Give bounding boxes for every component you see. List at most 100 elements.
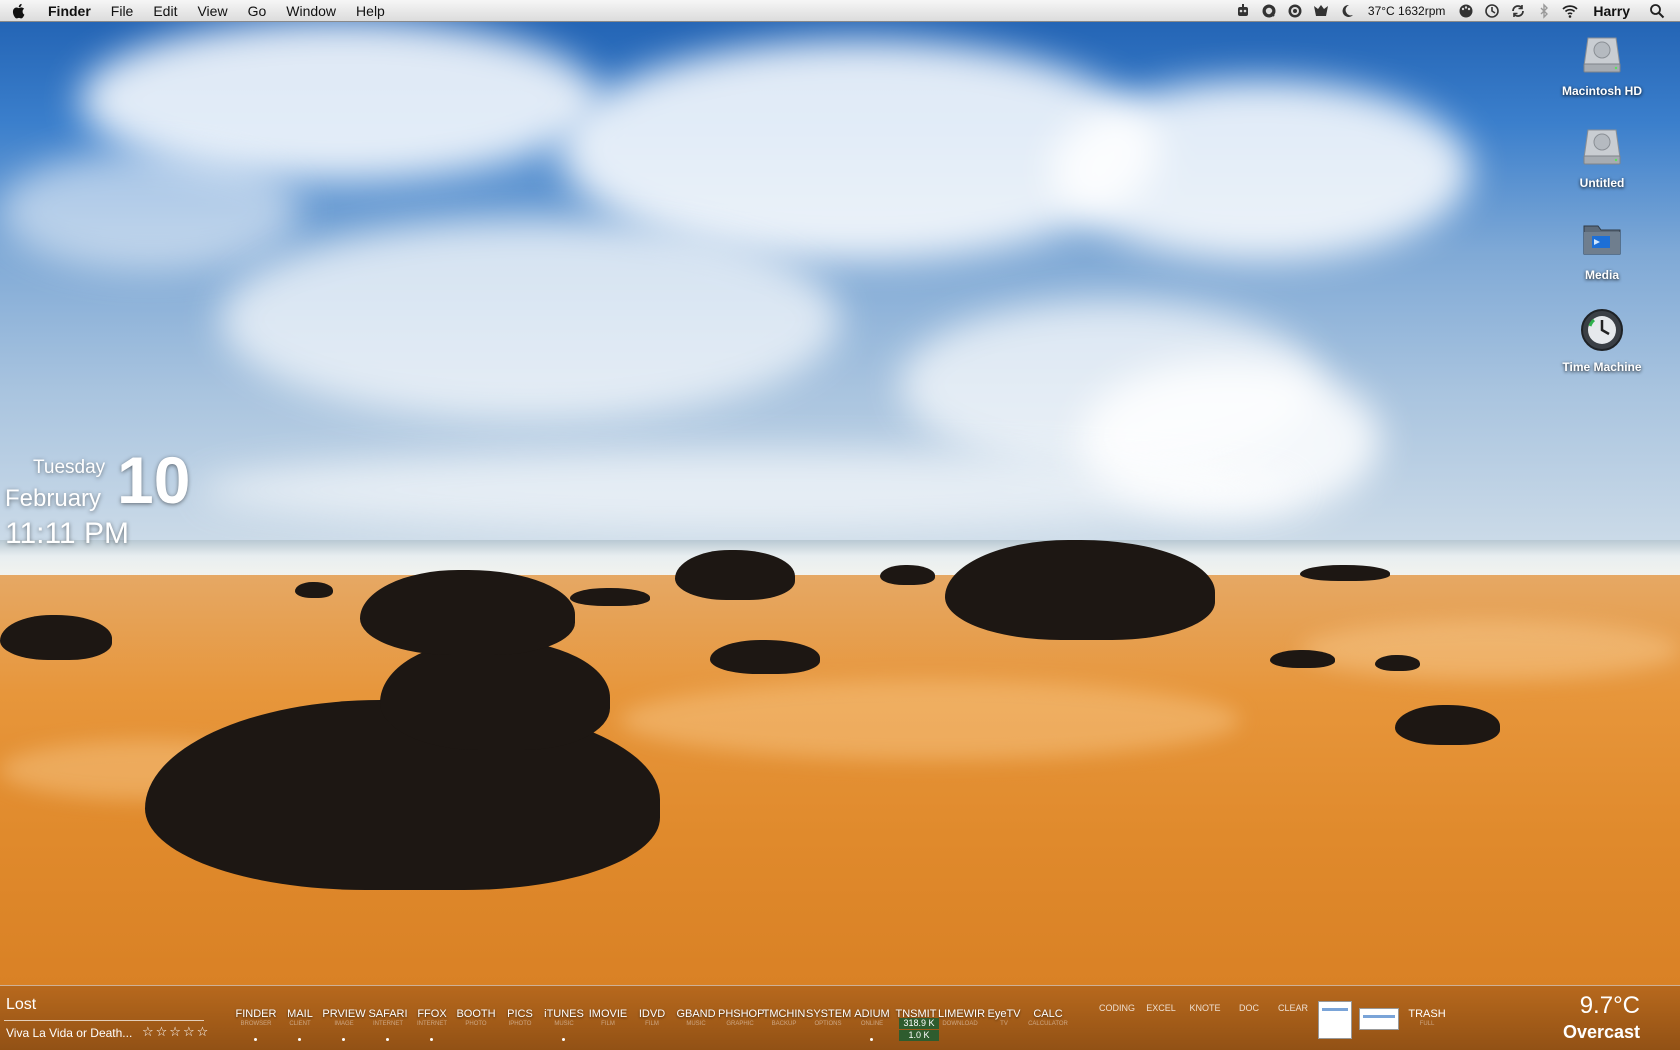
- growl-icon[interactable]: [1308, 0, 1334, 22]
- dock-item-mail[interactable]: MAIL CLIENT: [278, 1008, 322, 1048]
- dock-item-label: ADIUM: [854, 1008, 890, 1020]
- dock-item-eyetv[interactable]: EyeTV TV: [982, 1008, 1026, 1048]
- target-icon[interactable]: [1282, 0, 1308, 22]
- minimized-window-clear[interactable]: CLEAR: [1271, 1004, 1315, 1034]
- temperature-fan-readout[interactable]: 37°C 1632rpm: [1360, 4, 1454, 18]
- desktop-icon-label: Untitled: [1579, 176, 1625, 190]
- dock-item-label: FINDER: [235, 1008, 277, 1020]
- bluetooth-icon[interactable]: [1531, 0, 1557, 22]
- desktop-icon-time-machine[interactable]: Time Machine: [1552, 306, 1652, 374]
- dock-item-sublabel: MUSIC: [554, 1021, 574, 1027]
- sync-icon[interactable]: [1505, 0, 1531, 22]
- dock-item-label: FFOX: [417, 1008, 447, 1020]
- app-menu-finder[interactable]: Finder: [38, 0, 101, 22]
- wifi-icon[interactable]: [1557, 0, 1583, 22]
- dock-item-label: PICS: [507, 1008, 533, 1020]
- dock-item-phshop[interactable]: PHSHOP GRAPHIC: [718, 1008, 765, 1048]
- time-machine-icon: [1581, 309, 1623, 351]
- minimized-window-doc[interactable]: DOC: [1227, 1004, 1271, 1034]
- desktop-wallpaper: [0, 0, 1680, 1050]
- menu-window[interactable]: Window: [276, 0, 346, 22]
- window-thumbnail[interactable]: [1318, 1001, 1352, 1039]
- dock-item-sublabel: OPTIONS: [814, 1021, 842, 1027]
- menu-help[interactable]: Help: [346, 0, 395, 22]
- now-playing-divider: [4, 1020, 204, 1021]
- dock-item-sublabel: IPHOTO: [508, 1021, 532, 1027]
- apple-menu-icon[interactable]: [0, 0, 38, 22]
- quicksilver-icon[interactable]: [1256, 0, 1282, 22]
- transmit-download-rate: 1.0 K: [899, 1030, 939, 1041]
- trash-label: TRASH: [1408, 1008, 1446, 1020]
- dock-item-label: MAIL: [287, 1008, 313, 1020]
- wallpaper-sea: [0, 540, 1680, 580]
- dock-item-sublabel: INTERNET: [373, 1021, 403, 1027]
- bottom-bar: Lost Viva La Vida or Death... ☆☆☆☆☆ FIND…: [0, 985, 1680, 1050]
- running-indicator: [562, 1038, 565, 1041]
- dock-item-sublabel: GRAPHIC: [726, 1021, 754, 1027]
- dock-item-label: iTUNES: [544, 1008, 584, 1020]
- minimized-window-excel[interactable]: EXCEL: [1139, 1004, 1183, 1034]
- spotlight-search-icon[interactable]: [1644, 0, 1670, 22]
- dock-item-sublabel: CALCULATOR: [1028, 1021, 1068, 1027]
- dock-item-sublabel: BROWSER: [240, 1021, 272, 1027]
- menu-file[interactable]: File: [101, 0, 144, 22]
- menu-edit[interactable]: Edit: [143, 0, 187, 22]
- dock-item-sublabel: FILM: [601, 1021, 615, 1027]
- minimized-window-coding[interactable]: CODING: [1095, 1004, 1139, 1034]
- dock-item-booth[interactable]: BOOTH PHOTO: [454, 1008, 498, 1048]
- now-playing-title[interactable]: Lost: [6, 996, 36, 1014]
- dock-item-sublabel: CLIENT: [289, 1021, 311, 1027]
- dock-item-limewir[interactable]: LIMEWIR DOWNLOAD: [938, 1008, 985, 1048]
- dock-item-itunes[interactable]: iTUNES MUSIC: [542, 1008, 586, 1048]
- clock-month: February: [5, 485, 102, 512]
- now-playing-rating[interactable]: ☆☆☆☆☆: [142, 1024, 210, 1040]
- dock: FINDER BROWSER MAIL CLIENT PRVIEW IMAGE SAFARI…: [234, 1008, 1070, 1048]
- dock-item-system[interactable]: SYSTEM OPTIONS: [806, 1008, 852, 1048]
- dock-item-idvd[interactable]: IDVD FILM: [630, 1008, 674, 1048]
- moon-icon[interactable]: [1334, 0, 1360, 22]
- user-menu[interactable]: Harry: [1583, 3, 1644, 19]
- dock-item-prview[interactable]: PRVIEW IMAGE: [322, 1008, 366, 1048]
- time-machine-status-icon[interactable]: [1479, 0, 1505, 22]
- minimized-window-knote[interactable]: KNOTE: [1183, 1004, 1227, 1034]
- clock-time: 11:11 PM: [5, 517, 129, 550]
- window-thumbnail[interactable]: [1359, 1008, 1399, 1030]
- dock-item-sublabel: ONLINE: [860, 1021, 884, 1027]
- dock-item-label: CALC: [1033, 1008, 1063, 1020]
- dock-item-sublabel: TV: [1000, 1021, 1008, 1027]
- weather-widget[interactable]: 9.7°C Overcast: [1563, 992, 1640, 1043]
- menu-go[interactable]: Go: [238, 0, 277, 22]
- desktop-icon-label: Macintosh HD: [1561, 84, 1642, 98]
- dock-item-adium[interactable]: ADIUM ONLINE: [850, 1008, 894, 1048]
- menu-view[interactable]: View: [187, 0, 237, 22]
- dock-item-label: IMOVIE: [588, 1008, 628, 1020]
- desktop-icon-label: Media: [1584, 268, 1619, 282]
- dock-item-safari[interactable]: SAFARI INTERNET: [366, 1008, 410, 1048]
- now-playing-song[interactable]: Viva La Vida or Death...: [6, 1026, 132, 1040]
- dock-item-label: IDVD: [638, 1008, 666, 1020]
- dock-item-ffox[interactable]: FFOX INTERNET: [410, 1008, 454, 1048]
- dock-item-label: SAFARI: [368, 1008, 408, 1020]
- dock-item-label: SYSTEM: [806, 1008, 852, 1020]
- running-indicator: [254, 1038, 257, 1041]
- dock-item-sublabel: FILM: [645, 1021, 659, 1027]
- hard-drive-icon: [1583, 37, 1621, 73]
- desktop-icon-macintosh-hd[interactable]: Macintosh HD: [1552, 30, 1652, 98]
- dock-item-imovie[interactable]: IMOVIE FILM: [586, 1008, 630, 1048]
- dock-item-label: PRVIEW: [322, 1008, 366, 1020]
- robot-icon[interactable]: [1230, 0, 1256, 22]
- dock-item-sublabel: INTERNET: [417, 1021, 447, 1027]
- dock-item-sublabel: PHOTO: [465, 1021, 487, 1027]
- dock-item-pics[interactable]: PICS IPHOTO: [498, 1008, 542, 1048]
- dock-item-trash[interactable]: TRASH FULL: [1405, 1008, 1449, 1027]
- desktop-icon-untitled[interactable]: Untitled: [1552, 122, 1652, 190]
- dock-item-sublabel: MUSIC: [686, 1021, 706, 1027]
- dock-item-calc[interactable]: CALC CALCULATOR: [1026, 1008, 1070, 1048]
- transmit-rates: 318.9 K 1.0 K: [899, 1018, 939, 1042]
- desktop-icon-media[interactable]: Media: [1552, 214, 1652, 282]
- dock-item-gband[interactable]: GBAND MUSIC: [674, 1008, 718, 1048]
- palette-icon[interactable]: [1453, 0, 1479, 22]
- dock-item-finder[interactable]: FINDER BROWSER: [234, 1008, 278, 1048]
- dock-item-label: PHSHOP: [718, 1008, 765, 1020]
- dock-item-tmchin[interactable]: TMCHIN BACKUP: [762, 1008, 806, 1048]
